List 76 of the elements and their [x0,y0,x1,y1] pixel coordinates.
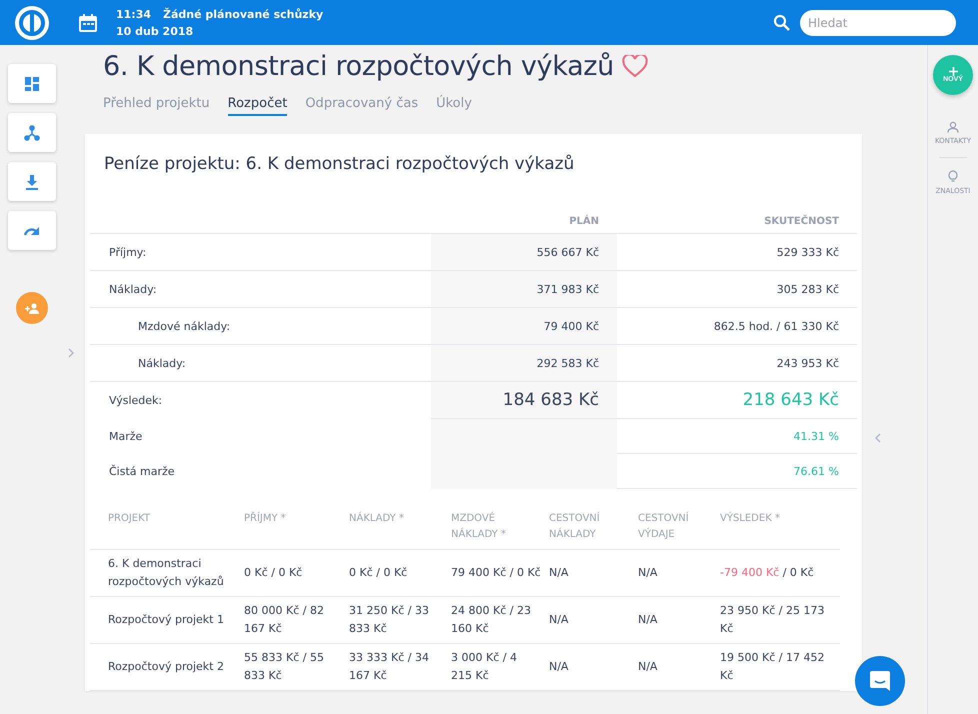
table-cell-text: 3 000 Kč / 4 215 Kč [451,650,518,684]
column-header: CESTOVNÍ VÝDAJE [638,503,720,550]
table-cell-text: 0 Kč / 0 Kč [244,565,302,581]
tab[interactable]: Odpracovaný čas [305,96,418,116]
person-icon [946,121,959,133]
chat-button[interactable] [855,656,905,706]
table-cell-text: 0 Kč / 0 Kč [349,565,408,581]
table-cell-text: 79 400 Kč / 0 Kč [451,565,541,581]
toolbar-button[interactable] [8,162,56,201]
table-cell-text: 6. K demonstraci rozpočtových výkazů [108,556,225,590]
dashboard-icon [24,76,40,92]
table-cell-text: N/A [549,659,568,675]
column-header: VÝSLEDEK * [720,503,840,550]
table-cell-text: N/A [638,565,658,581]
table-cell-text: 80 000 Kč / 82 167 Kč [244,603,325,637]
search-field[interactable]: Hledat [800,10,956,36]
row-label: Náklady: [109,282,157,296]
plan-value: 184 683 Kč [502,390,599,410]
row-label: Výsledek: [109,394,162,407]
table-cell-text: Rozpočtový projekt 2 [108,659,224,675]
actual-value: 76.61 % [794,464,839,478]
table-cell-text: -79 400 Kč / 0 Kč [720,565,814,581]
card-title: Peníze projektu: 6. K demonstraci rozpočtových výkazů [103,154,576,174]
table-cell-text: N/A [549,612,568,628]
time-text: 11:34 [116,6,152,22]
row-label: Čistá marže [109,465,175,478]
lightbulb-icon [948,170,958,183]
table-cell-text: 33 333 Kč / 34 167 Kč [349,650,430,684]
plan-value: 79 400 Kč [544,320,599,332]
table-cell-text: 31 250 Kč / 33 833 Kč [349,603,430,637]
table-cell-text: N/A [549,565,568,581]
date-text: 10 dub 2018 [116,24,194,40]
redo-icon [23,224,41,236]
actual-value: 41.31 % [794,430,839,442]
table-cell-text: 55 833 Kč / 55 833 Kč [244,650,325,684]
heart-icon[interactable] [622,55,648,78]
actual-value: 218 643 Kč [742,390,839,410]
add-member-button[interactable] [16,292,48,324]
row-label: Mzdové náklady: [138,320,230,332]
table-cell-text: N/A [638,612,658,628]
plan-value: 556 667 Kč [536,246,599,258]
tab[interactable]: Úkoly [436,96,472,116]
download-icon [25,174,39,190]
row-label: Marže [109,430,142,443]
row-label: Náklady: [138,356,186,370]
column-header: NÁKLADY * [349,503,451,550]
table-cell-text: 23 950 Kč / 25 173 Kč [720,603,826,637]
plan-value: 292 583 Kč [536,356,599,370]
add-person-icon [24,302,40,314]
toolbar-button[interactable] [8,211,56,250]
search-icon[interactable] [773,14,790,31]
logo-icon [14,4,50,40]
column-header: PROJEKT [90,503,244,550]
column-header: MZDOVÉ NÁKLADY * [451,503,549,550]
calendar-icon [78,12,98,32]
actual-value: 305 283 Kč [776,282,839,296]
actual-value: 243 953 Kč [776,356,839,370]
toolbar-button[interactable] [8,113,56,152]
chat-icon [869,670,891,692]
row-label: Příjmy: [109,246,146,258]
table-cell-text: Rozpočtový projekt 1 [108,612,224,628]
toolbar-button[interactable] [8,64,56,103]
table-cell-text: 19 500 Kč / 17 452 Kč [720,650,826,684]
actual-value: 862.5 hod. / 61 330 Kč [714,320,839,332]
hierarchy-icon [24,124,40,140]
table-cell-text: 24 800 Kč / 23 160 Kč [451,603,532,637]
tab[interactable]: Přehled projektu [103,96,210,116]
column-header: CESTOVNÍ NÁKLADY [549,503,638,550]
plan-value: 371 983 Kč [536,282,599,296]
table-cell-text: N/A [638,659,658,675]
tab[interactable]: Rozpočet [228,96,288,116]
actual-value: 529 333 Kč [776,246,839,258]
column-header: PŘÍJMY * [244,503,349,550]
meeting-status: Žádné plánované schůzky [163,6,324,22]
plus-icon [948,67,958,76]
project-title: 6. K demonstraci rozpočtových výkazů [103,51,614,82]
